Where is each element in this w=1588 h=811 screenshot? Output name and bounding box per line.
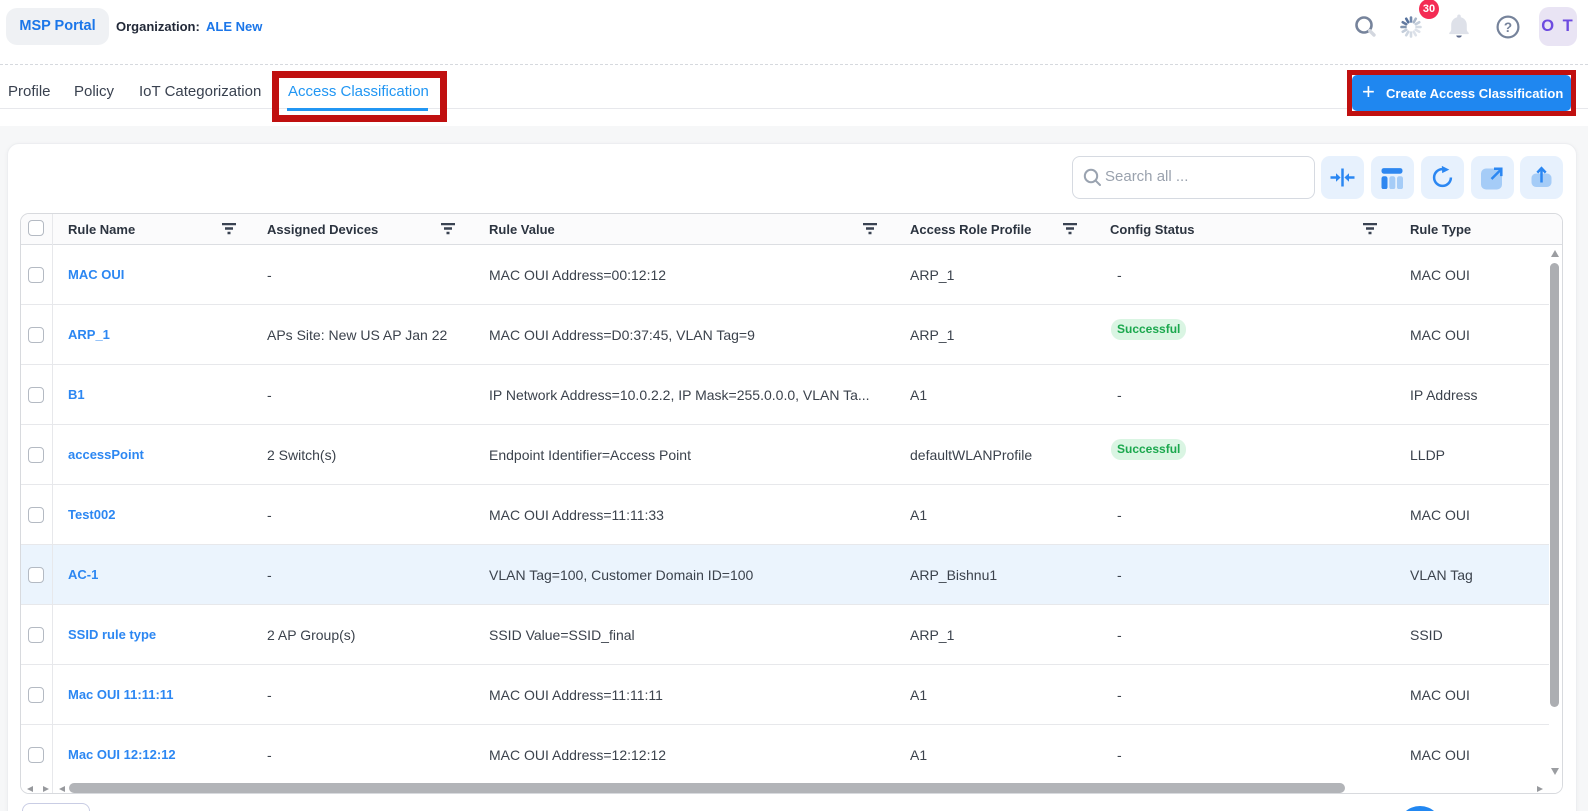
svg-text:?: ? [1504,20,1512,35]
